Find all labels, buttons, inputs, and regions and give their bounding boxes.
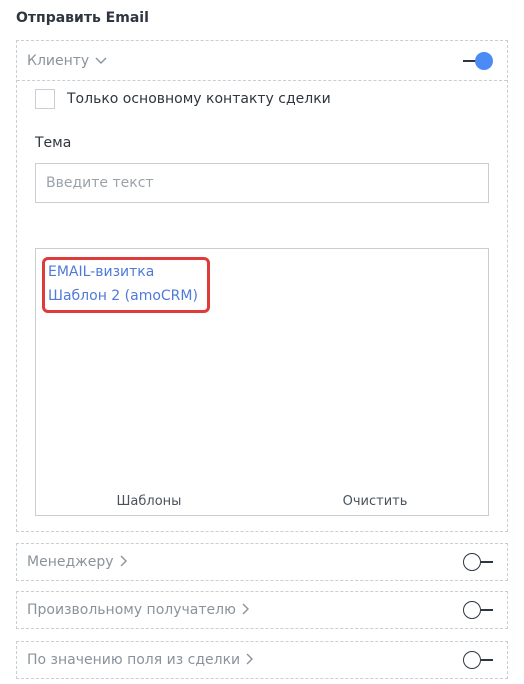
only-main-contact-checkbox[interactable] — [35, 89, 55, 109]
section-client-label: Клиенту — [27, 52, 90, 69]
toggle-track — [481, 561, 493, 563]
only-main-contact-label: Только основному контакту сделки — [67, 91, 331, 107]
send-email-panel: Отправить Email Клиенту Только основному… — [0, 0, 524, 684]
section-custom-recipient-label: Произвольному получателю — [27, 602, 236, 618]
section-manager: Менеджеру — [16, 543, 508, 581]
clear-button[interactable]: Очистить — [262, 494, 488, 509]
editor-footer: Шаблоны Очистить — [36, 487, 488, 515]
section-field-value: По значению поля из сделки — [16, 641, 508, 679]
toggle-knob — [463, 553, 481, 571]
page-title: Отправить Email — [16, 10, 149, 26]
toggle-knob — [463, 601, 481, 619]
toggle-knob — [475, 51, 493, 70]
toggle-knob — [463, 651, 481, 669]
template-link-template-2[interactable]: Шаблон 2 (amoCRM) — [48, 288, 198, 304]
toggle-track — [481, 659, 493, 661]
only-main-contact-row[interactable]: Только основному контакту сделки — [35, 89, 331, 109]
subject-input[interactable] — [35, 163, 489, 203]
toggle-client[interactable] — [463, 51, 493, 70]
chevron-right-icon — [246, 653, 254, 668]
section-client-header[interactable]: Клиенту — [17, 41, 507, 81]
toggle-field-value[interactable] — [463, 651, 493, 669]
section-manager-label: Менеджеру — [27, 554, 114, 570]
section-field-value-header[interactable]: По значению поля из сделки — [17, 642, 507, 678]
subject-label: Тема — [35, 135, 72, 151]
section-manager-header[interactable]: Менеджеру — [17, 544, 507, 580]
toggle-track — [481, 609, 493, 611]
section-custom-recipient-header[interactable]: Произвольному получателю — [17, 592, 507, 628]
templates-button[interactable]: Шаблоны — [36, 494, 262, 509]
section-client: Клиенту Только основному контакту сделки… — [16, 40, 508, 532]
chevron-down-icon — [95, 54, 107, 68]
email-body-editor[interactable]: EMAIL-визитка Шаблон 2 (amoCRM) Шаблоны … — [35, 248, 489, 516]
toggle-manager[interactable] — [463, 553, 493, 571]
chevron-right-icon — [120, 555, 128, 570]
chevron-right-icon — [242, 603, 250, 618]
section-custom-recipient: Произвольному получателю — [16, 591, 508, 629]
toggle-custom-recipient[interactable] — [463, 601, 493, 619]
template-link-email-card[interactable]: EMAIL-визитка — [48, 264, 154, 280]
section-field-value-label: По значению поля из сделки — [27, 652, 241, 668]
